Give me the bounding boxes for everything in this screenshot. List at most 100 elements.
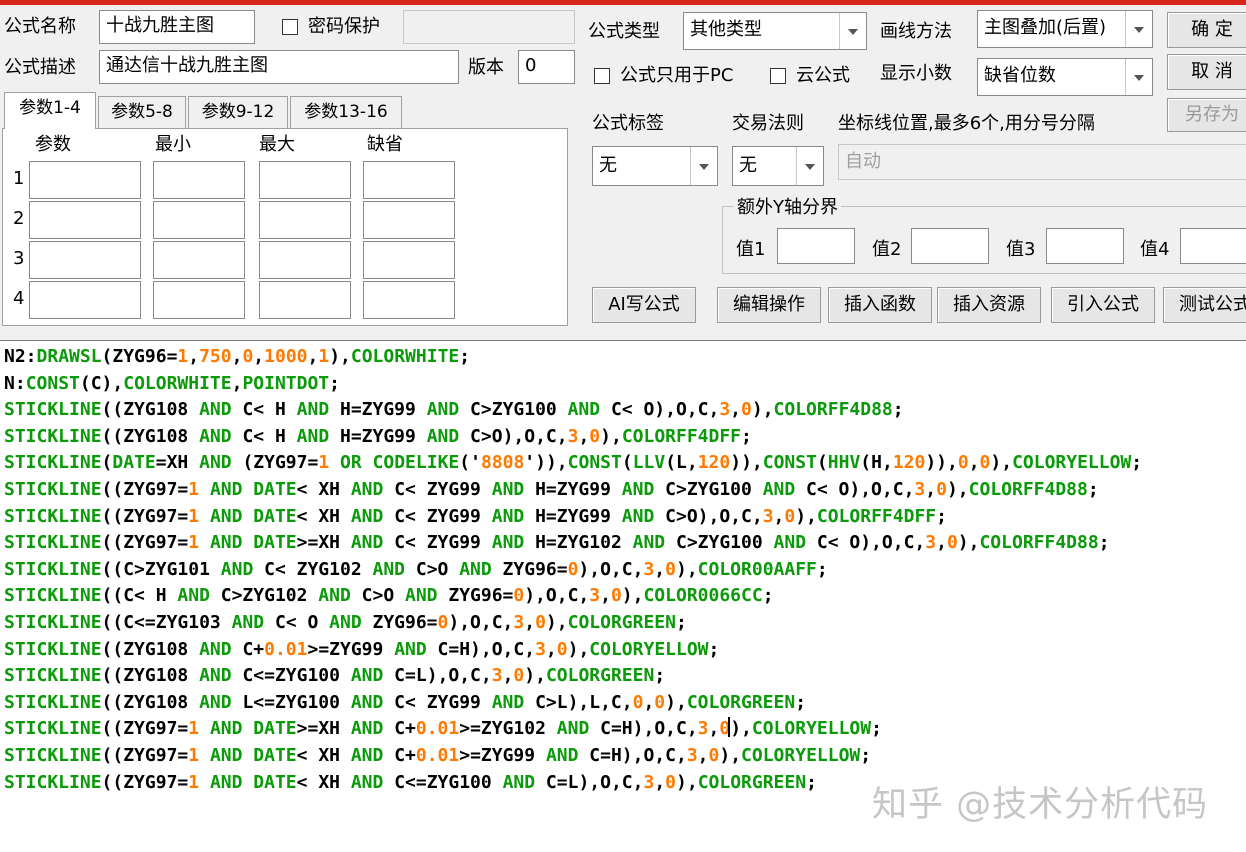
edit-ops-button[interactable]: 编辑操作 <box>717 287 821 323</box>
trade-select[interactable]: 无 <box>732 146 824 186</box>
save-as-button[interactable]: 另存为 <box>1167 98 1246 132</box>
code-line[interactable]: STICKLINE((ZYG97=1 AND DATE>=XH AND C+0.… <box>4 716 1246 743</box>
version-input[interactable]: 0 <box>518 50 575 84</box>
draw-select[interactable]: 主图叠加(后置) <box>977 10 1153 48</box>
ai-write-button[interactable]: AI写公式 <box>592 287 696 323</box>
v3-input[interactable] <box>1046 228 1124 264</box>
code-line[interactable]: STICKLINE((ZYG97=1 AND DATE>=XH AND C< Z… <box>4 530 1246 557</box>
code-line[interactable]: STICKLINE((ZYG108 AND C<=ZYG100 AND C=L)… <box>4 663 1246 690</box>
param-row-number: 1 <box>13 168 25 189</box>
v3-label: 值3 <box>1006 239 1036 260</box>
trade-value: 无 <box>739 155 757 176</box>
code-line[interactable]: STICKLINE((C>ZYG101 AND C< ZYG102 AND C>… <box>4 557 1246 584</box>
password-label: 密码保护 <box>308 16 380 37</box>
param-header-name: 参数 <box>35 134 71 155</box>
param-min-input[interactable] <box>153 161 245 199</box>
import-formula-button[interactable]: 引入公式 <box>1051 287 1155 323</box>
param-row-number: 2 <box>13 208 25 229</box>
param-max-input[interactable] <box>259 201 351 239</box>
param-max-input[interactable] <box>259 161 351 199</box>
param-min-input[interactable] <box>153 281 245 319</box>
param-header-default: 缺省 <box>367 134 403 155</box>
type-label: 公式类型 <box>588 21 660 42</box>
code-line[interactable]: STICKLINE((C< H AND C>ZYG102 AND C>O AND… <box>4 583 1246 610</box>
v4-label: 值4 <box>1140 239 1170 260</box>
tab-params-9-12[interactable]: 参数9-12 <box>188 96 288 128</box>
insert-resource-button[interactable]: 插入资源 <box>937 287 1041 323</box>
param-header-max: 最大 <box>259 134 295 155</box>
extra-y-label: 额外Y轴分界 <box>734 196 841 220</box>
window-accent-bar <box>0 0 1246 5</box>
chevron-down-icon <box>690 147 717 185</box>
code-line[interactable]: STICKLINE((ZYG108 AND L<=ZYG100 AND C< Z… <box>4 690 1246 717</box>
tag-label: 公式标签 <box>592 113 664 134</box>
code-line[interactable]: STICKLINE((ZYG97=1 AND DATE< XH AND C< Z… <box>4 504 1246 531</box>
param-row-number: 3 <box>13 248 25 269</box>
cloud-checkbox[interactable] <box>770 68 786 84</box>
code-text[interactable]: N2:DRAWSL(ZYG96=1,750,0,1000,1),COLORWHI… <box>0 341 1246 796</box>
code-line[interactable]: STICKLINE((C<=ZYG103 AND C< O AND ZYG96=… <box>4 610 1246 637</box>
test-formula-button[interactable]: 测试公式 <box>1163 287 1246 323</box>
param-min-input[interactable] <box>153 241 245 279</box>
param-row-number: 4 <box>13 288 25 309</box>
chevron-down-icon <box>839 13 866 49</box>
code-line[interactable]: STICKLINE((ZYG108 AND C< H AND H=ZYG99 A… <box>4 424 1246 451</box>
tab-params-5-8[interactable]: 参数5-8 <box>98 96 186 128</box>
version-label: 版本 <box>468 57 504 78</box>
param-name-input[interactable] <box>29 241 141 279</box>
param-name-input[interactable] <box>29 281 141 319</box>
axis-input[interactable]: 自动 <box>838 144 1246 180</box>
code-line[interactable]: STICKLINE((ZYG108 AND C< H AND H=ZYG99 A… <box>4 397 1246 424</box>
v2-label: 值2 <box>872 239 902 260</box>
decimals-label: 显示小数 <box>880 63 952 84</box>
draw-label: 画线方法 <box>880 21 952 42</box>
desc-input[interactable]: 通达信十战九胜主图 <box>99 50 459 84</box>
tab-params-13-16[interactable]: 参数13-16 <box>290 96 402 128</box>
password-checkbox[interactable] <box>282 19 298 35</box>
tab-params-1-4[interactable]: 参数1-4 <box>4 92 96 129</box>
params-panel: 参数 最小 最大 缺省 1 2 3 4 <box>2 128 568 326</box>
draw-value: 主图叠加(后置) <box>984 17 1107 38</box>
tag-select[interactable]: 无 <box>592 146 718 186</box>
code-line[interactable]: N2:DRAWSL(ZYG96=1,750,0,1000,1),COLORWHI… <box>4 344 1246 371</box>
code-line[interactable]: STICKLINE((ZYG108 AND C+0.01>=ZYG99 AND … <box>4 637 1246 664</box>
chevron-down-icon <box>1125 11 1152 47</box>
param-default-input[interactable] <box>363 241 455 279</box>
name-input[interactable]: 十战九胜主图 <box>99 10 255 44</box>
watermark: 知乎 @技术分析代码 <box>872 785 1209 825</box>
param-name-input[interactable] <box>29 161 141 199</box>
cloud-label: 云公式 <box>796 65 850 86</box>
cancel-button[interactable]: 取 消 <box>1167 54 1246 90</box>
param-max-input[interactable] <box>259 281 351 319</box>
name-label: 公式名称 <box>4 16 76 37</box>
param-name-input[interactable] <box>29 201 141 239</box>
pc-only-checkbox[interactable] <box>594 68 610 84</box>
decimals-select[interactable]: 缺省位数 <box>977 58 1153 96</box>
insert-function-button[interactable]: 插入函数 <box>828 287 932 323</box>
param-default-input[interactable] <box>363 201 455 239</box>
v4-input[interactable] <box>1180 228 1246 264</box>
desc-label: 公式描述 <box>4 57 76 78</box>
v1-label: 值1 <box>736 239 766 260</box>
v2-input[interactable] <box>911 228 989 264</box>
param-header-min: 最小 <box>155 134 191 155</box>
tag-value: 无 <box>599 155 617 176</box>
param-default-input[interactable] <box>363 161 455 199</box>
code-line[interactable]: STICKLINE((ZYG97=1 AND DATE< XH AND C< Z… <box>4 477 1246 504</box>
password-input[interactable] <box>403 10 575 44</box>
type-select[interactable]: 其他类型 <box>683 12 867 50</box>
code-line[interactable]: STICKLINE((ZYG97=1 AND DATE< XH AND C+0.… <box>4 743 1246 770</box>
v1-input[interactable] <box>777 228 855 264</box>
param-max-input[interactable] <box>259 241 351 279</box>
chevron-down-icon <box>796 147 823 185</box>
trade-label: 交易法则 <box>732 113 804 134</box>
pc-only-label: 公式只用于PC <box>620 65 734 86</box>
code-line[interactable]: STICKLINE(DATE=XH AND (ZYG97=1 OR CODELI… <box>4 450 1246 477</box>
code-line[interactable]: N:CONST(C),COLORWHITE,POINTDOT; <box>4 371 1246 398</box>
chevron-down-icon <box>1125 59 1152 95</box>
type-value: 其他类型 <box>690 19 762 40</box>
param-default-input[interactable] <box>363 281 455 319</box>
param-min-input[interactable] <box>153 201 245 239</box>
decimals-value: 缺省位数 <box>984 65 1056 86</box>
ok-button[interactable]: 确 定 <box>1167 12 1246 48</box>
